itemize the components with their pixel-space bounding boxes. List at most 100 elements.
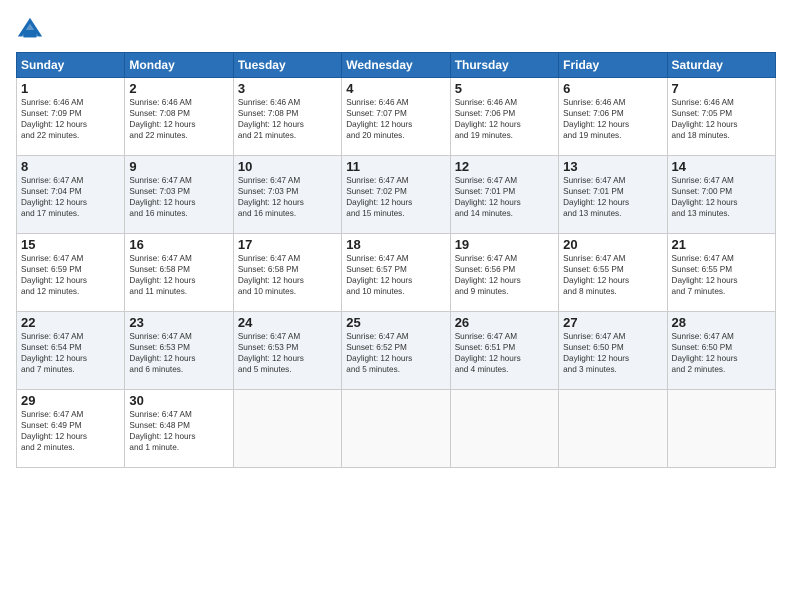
- calendar-cell: 24Sunrise: 6:47 AM Sunset: 6:53 PM Dayli…: [233, 312, 341, 390]
- calendar-week-row: 8Sunrise: 6:47 AM Sunset: 7:04 PM Daylig…: [17, 156, 776, 234]
- calendar-header-saturday: Saturday: [667, 53, 775, 78]
- day-number: 23: [129, 315, 228, 330]
- cell-info: Sunrise: 6:47 AM Sunset: 6:50 PM Dayligh…: [563, 331, 662, 375]
- calendar-cell: [233, 390, 341, 468]
- day-number: 16: [129, 237, 228, 252]
- cell-info: Sunrise: 6:47 AM Sunset: 6:55 PM Dayligh…: [672, 253, 771, 297]
- cell-info: Sunrise: 6:47 AM Sunset: 6:59 PM Dayligh…: [21, 253, 120, 297]
- day-number: 11: [346, 159, 445, 174]
- day-number: 29: [21, 393, 120, 408]
- calendar-cell: [559, 390, 667, 468]
- cell-info: Sunrise: 6:47 AM Sunset: 6:50 PM Dayligh…: [672, 331, 771, 375]
- day-number: 6: [563, 81, 662, 96]
- calendar-cell: 10Sunrise: 6:47 AM Sunset: 7:03 PM Dayli…: [233, 156, 341, 234]
- calendar-cell: 2Sunrise: 6:46 AM Sunset: 7:08 PM Daylig…: [125, 78, 233, 156]
- calendar-header-sunday: Sunday: [17, 53, 125, 78]
- cell-info: Sunrise: 6:47 AM Sunset: 6:49 PM Dayligh…: [21, 409, 120, 453]
- day-number: 12: [455, 159, 554, 174]
- calendar-cell: [342, 390, 450, 468]
- logo-icon: [16, 16, 44, 44]
- day-number: 28: [672, 315, 771, 330]
- calendar-cell: 3Sunrise: 6:46 AM Sunset: 7:08 PM Daylig…: [233, 78, 341, 156]
- calendar-cell: 21Sunrise: 6:47 AM Sunset: 6:55 PM Dayli…: [667, 234, 775, 312]
- calendar-cell: 30Sunrise: 6:47 AM Sunset: 6:48 PM Dayli…: [125, 390, 233, 468]
- header: [16, 16, 776, 44]
- day-number: 13: [563, 159, 662, 174]
- cell-info: Sunrise: 6:46 AM Sunset: 7:06 PM Dayligh…: [455, 97, 554, 141]
- calendar-cell: 4Sunrise: 6:46 AM Sunset: 7:07 PM Daylig…: [342, 78, 450, 156]
- calendar-cell: 7Sunrise: 6:46 AM Sunset: 7:05 PM Daylig…: [667, 78, 775, 156]
- calendar-cell: 9Sunrise: 6:47 AM Sunset: 7:03 PM Daylig…: [125, 156, 233, 234]
- cell-info: Sunrise: 6:47 AM Sunset: 7:04 PM Dayligh…: [21, 175, 120, 219]
- calendar-cell: 25Sunrise: 6:47 AM Sunset: 6:52 PM Dayli…: [342, 312, 450, 390]
- day-number: 24: [238, 315, 337, 330]
- calendar-cell: 16Sunrise: 6:47 AM Sunset: 6:58 PM Dayli…: [125, 234, 233, 312]
- day-number: 30: [129, 393, 228, 408]
- day-number: 25: [346, 315, 445, 330]
- calendar-cell: 23Sunrise: 6:47 AM Sunset: 6:53 PM Dayli…: [125, 312, 233, 390]
- calendar-cell: [450, 390, 558, 468]
- day-number: 22: [21, 315, 120, 330]
- cell-info: Sunrise: 6:46 AM Sunset: 7:05 PM Dayligh…: [672, 97, 771, 141]
- cell-info: Sunrise: 6:47 AM Sunset: 6:53 PM Dayligh…: [238, 331, 337, 375]
- calendar-cell: 15Sunrise: 6:47 AM Sunset: 6:59 PM Dayli…: [17, 234, 125, 312]
- day-number: 5: [455, 81, 554, 96]
- calendar-week-row: 15Sunrise: 6:47 AM Sunset: 6:59 PM Dayli…: [17, 234, 776, 312]
- cell-info: Sunrise: 6:47 AM Sunset: 6:52 PM Dayligh…: [346, 331, 445, 375]
- cell-info: Sunrise: 6:47 AM Sunset: 6:55 PM Dayligh…: [563, 253, 662, 297]
- cell-info: Sunrise: 6:47 AM Sunset: 7:02 PM Dayligh…: [346, 175, 445, 219]
- calendar-cell: 11Sunrise: 6:47 AM Sunset: 7:02 PM Dayli…: [342, 156, 450, 234]
- calendar-cell: 13Sunrise: 6:47 AM Sunset: 7:01 PM Dayli…: [559, 156, 667, 234]
- cell-info: Sunrise: 6:47 AM Sunset: 7:01 PM Dayligh…: [455, 175, 554, 219]
- calendar-header-thursday: Thursday: [450, 53, 558, 78]
- calendar-cell: 8Sunrise: 6:47 AM Sunset: 7:04 PM Daylig…: [17, 156, 125, 234]
- calendar-cell: 5Sunrise: 6:46 AM Sunset: 7:06 PM Daylig…: [450, 78, 558, 156]
- day-number: 7: [672, 81, 771, 96]
- day-number: 8: [21, 159, 120, 174]
- day-number: 1: [21, 81, 120, 96]
- calendar-cell: 29Sunrise: 6:47 AM Sunset: 6:49 PM Dayli…: [17, 390, 125, 468]
- calendar-cell: 26Sunrise: 6:47 AM Sunset: 6:51 PM Dayli…: [450, 312, 558, 390]
- calendar-week-row: 22Sunrise: 6:47 AM Sunset: 6:54 PM Dayli…: [17, 312, 776, 390]
- cell-info: Sunrise: 6:47 AM Sunset: 6:54 PM Dayligh…: [21, 331, 120, 375]
- day-number: 2: [129, 81, 228, 96]
- day-number: 3: [238, 81, 337, 96]
- cell-info: Sunrise: 6:47 AM Sunset: 7:01 PM Dayligh…: [563, 175, 662, 219]
- day-number: 20: [563, 237, 662, 252]
- day-number: 18: [346, 237, 445, 252]
- cell-info: Sunrise: 6:47 AM Sunset: 6:48 PM Dayligh…: [129, 409, 228, 453]
- day-number: 10: [238, 159, 337, 174]
- cell-info: Sunrise: 6:47 AM Sunset: 6:58 PM Dayligh…: [129, 253, 228, 297]
- calendar-header-row: SundayMondayTuesdayWednesdayThursdayFrid…: [17, 53, 776, 78]
- cell-info: Sunrise: 6:47 AM Sunset: 6:56 PM Dayligh…: [455, 253, 554, 297]
- calendar-week-row: 1Sunrise: 6:46 AM Sunset: 7:09 PM Daylig…: [17, 78, 776, 156]
- day-number: 4: [346, 81, 445, 96]
- calendar-header-wednesday: Wednesday: [342, 53, 450, 78]
- calendar-cell: 20Sunrise: 6:47 AM Sunset: 6:55 PM Dayli…: [559, 234, 667, 312]
- calendar-cell: 18Sunrise: 6:47 AM Sunset: 6:57 PM Dayli…: [342, 234, 450, 312]
- calendar-cell: 28Sunrise: 6:47 AM Sunset: 6:50 PM Dayli…: [667, 312, 775, 390]
- day-number: 26: [455, 315, 554, 330]
- calendar-week-row: 29Sunrise: 6:47 AM Sunset: 6:49 PM Dayli…: [17, 390, 776, 468]
- calendar-cell: 22Sunrise: 6:47 AM Sunset: 6:54 PM Dayli…: [17, 312, 125, 390]
- calendar-header-friday: Friday: [559, 53, 667, 78]
- cell-info: Sunrise: 6:47 AM Sunset: 7:00 PM Dayligh…: [672, 175, 771, 219]
- calendar-cell: 19Sunrise: 6:47 AM Sunset: 6:56 PM Dayli…: [450, 234, 558, 312]
- calendar-cell: 27Sunrise: 6:47 AM Sunset: 6:50 PM Dayli…: [559, 312, 667, 390]
- cell-info: Sunrise: 6:47 AM Sunset: 7:03 PM Dayligh…: [238, 175, 337, 219]
- cell-info: Sunrise: 6:47 AM Sunset: 6:51 PM Dayligh…: [455, 331, 554, 375]
- day-number: 9: [129, 159, 228, 174]
- calendar-cell: 6Sunrise: 6:46 AM Sunset: 7:06 PM Daylig…: [559, 78, 667, 156]
- calendar-cell: 17Sunrise: 6:47 AM Sunset: 6:58 PM Dayli…: [233, 234, 341, 312]
- cell-info: Sunrise: 6:47 AM Sunset: 6:58 PM Dayligh…: [238, 253, 337, 297]
- calendar-cell: 1Sunrise: 6:46 AM Sunset: 7:09 PM Daylig…: [17, 78, 125, 156]
- cell-info: Sunrise: 6:46 AM Sunset: 7:06 PM Dayligh…: [563, 97, 662, 141]
- cell-info: Sunrise: 6:46 AM Sunset: 7:08 PM Dayligh…: [129, 97, 228, 141]
- calendar-cell: [667, 390, 775, 468]
- page: SundayMondayTuesdayWednesdayThursdayFrid…: [0, 0, 792, 612]
- calendar-cell: 14Sunrise: 6:47 AM Sunset: 7:00 PM Dayli…: [667, 156, 775, 234]
- day-number: 17: [238, 237, 337, 252]
- cell-info: Sunrise: 6:47 AM Sunset: 6:53 PM Dayligh…: [129, 331, 228, 375]
- day-number: 27: [563, 315, 662, 330]
- day-number: 15: [21, 237, 120, 252]
